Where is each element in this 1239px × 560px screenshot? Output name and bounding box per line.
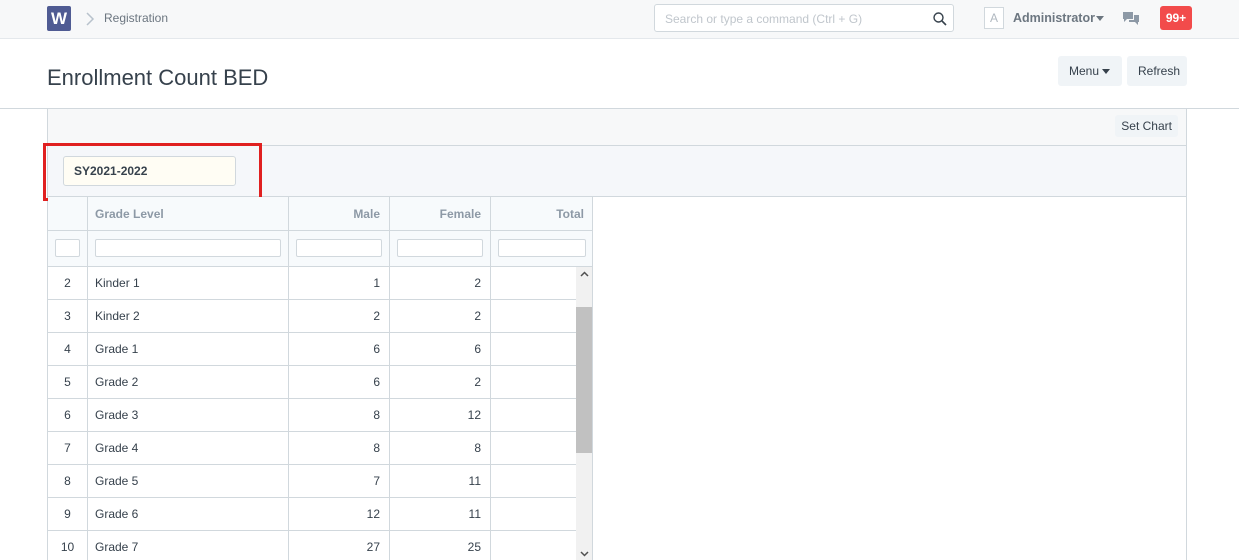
report-grid: Grade Level Male Female Total 2 Kinder 1…: [48, 197, 593, 560]
male-cell[interactable]: 12: [289, 498, 390, 530]
col-header-male[interactable]: Male: [289, 197, 390, 230]
table-row[interactable]: 10 Grade 7 27 25 52: [48, 531, 592, 560]
filter-total-input[interactable]: [498, 239, 586, 257]
grade-cell[interactable]: Grade 3: [88, 399, 289, 431]
breadcrumb-registration[interactable]: Registration: [104, 11, 168, 25]
grid-header: Grade Level Male Female Total: [48, 197, 592, 231]
grid-scrollbar[interactable]: [576, 267, 592, 560]
male-cell[interactable]: 6: [289, 366, 390, 398]
app-logo[interactable]: W: [47, 6, 71, 31]
set-chart-button[interactable]: Set Chart: [1115, 115, 1178, 137]
highlight-box: [43, 143, 262, 201]
male-cell[interactable]: 8: [289, 432, 390, 464]
search-input[interactable]: Search or type a command (Ctrl + G): [654, 4, 954, 32]
female-cell[interactable]: 6: [390, 333, 491, 365]
grade-cell[interactable]: Grade 1: [88, 333, 289, 365]
row-index: 7: [48, 432, 88, 464]
grade-cell[interactable]: Kinder 2: [88, 300, 289, 332]
report-toolbar: Set Chart: [48, 109, 1186, 146]
table-row[interactable]: 8 Grade 5 7 11 18: [48, 465, 592, 498]
row-index: 2: [48, 267, 88, 299]
menu-button[interactable]: Menu: [1058, 56, 1122, 86]
table-row[interactable]: 3 Kinder 2 2 2 4: [48, 300, 592, 333]
caret-down-icon: [1102, 69, 1111, 75]
avatar[interactable]: A: [984, 7, 1004, 29]
male-cell[interactable]: 8: [289, 399, 390, 431]
navbar: W Registration Search or type a command …: [0, 0, 1239, 39]
table-row[interactable]: 4 Grade 1 6 6 12: [48, 333, 592, 366]
col-header-grade-level[interactable]: Grade Level: [88, 197, 289, 230]
col-header-female[interactable]: Female: [390, 197, 491, 230]
table-row[interactable]: 9 Grade 6 12 11 23: [48, 498, 592, 531]
report-area: Set Chart SY2021-2022 Grade Level Male F…: [43, 109, 1187, 560]
row-index: 10: [48, 531, 88, 560]
chat-icon[interactable]: [1122, 10, 1140, 26]
female-cell[interactable]: 2: [390, 267, 491, 299]
user-menu[interactable]: Administrator: [1013, 11, 1095, 25]
search-placeholder: Search or type a command (Ctrl + G): [665, 12, 863, 26]
filter-female-input[interactable]: [397, 239, 483, 257]
female-cell[interactable]: 11: [390, 465, 491, 497]
row-index: 6: [48, 399, 88, 431]
female-cell[interactable]: 12: [390, 399, 491, 431]
male-cell[interactable]: 7: [289, 465, 390, 497]
female-cell[interactable]: 2: [390, 300, 491, 332]
table-row[interactable]: 7 Grade 4 8 8 16: [48, 432, 592, 465]
refresh-button[interactable]: Refresh: [1127, 56, 1187, 86]
row-index: 8: [48, 465, 88, 497]
row-index: 5: [48, 366, 88, 398]
col-header-index: [48, 197, 88, 230]
scrollbar-thumb[interactable]: [576, 307, 592, 453]
search-icon[interactable]: [932, 11, 948, 27]
grade-cell[interactable]: Grade 7: [88, 531, 289, 560]
row-index: 3: [48, 300, 88, 332]
menu-button-label: Menu: [1069, 64, 1100, 78]
table-row[interactable]: 2 Kinder 1 1 2 3: [48, 267, 592, 300]
table-row[interactable]: 6 Grade 3 8 12 20: [48, 399, 592, 432]
grade-cell[interactable]: Grade 6: [88, 498, 289, 530]
male-cell[interactable]: 6: [289, 333, 390, 365]
female-cell[interactable]: 8: [390, 432, 491, 464]
grid-filter-row: [48, 231, 592, 267]
filter-grade-input[interactable]: [95, 239, 281, 257]
table-row[interactable]: 5 Grade 2 6 2 8: [48, 366, 592, 399]
female-cell[interactable]: 11: [390, 498, 491, 530]
female-cell[interactable]: 25: [390, 531, 491, 560]
male-cell[interactable]: 27: [289, 531, 390, 560]
scroll-down-icon[interactable]: [580, 551, 589, 557]
filter-male-input[interactable]: [296, 239, 382, 257]
chevron-right-icon: [86, 12, 95, 26]
row-index: 4: [48, 333, 88, 365]
notifications-badge[interactable]: 99+: [1160, 6, 1192, 30]
male-cell[interactable]: 1: [289, 267, 390, 299]
scroll-up-icon[interactable]: [580, 271, 589, 277]
female-cell[interactable]: 2: [390, 366, 491, 398]
grade-cell[interactable]: Grade 5: [88, 465, 289, 497]
grade-cell[interactable]: Grade 4: [88, 432, 289, 464]
grade-cell[interactable]: Kinder 1: [88, 267, 289, 299]
chevron-down-icon[interactable]: [1096, 16, 1104, 21]
row-index: 9: [48, 498, 88, 530]
page-title: Enrollment Count BED: [47, 65, 269, 90]
filter-index-input[interactable]: [55, 239, 80, 257]
grade-cell[interactable]: Grade 2: [88, 366, 289, 398]
male-cell[interactable]: 2: [289, 300, 390, 332]
col-header-total[interactable]: Total: [491, 197, 592, 230]
page-head: Enrollment Count BED Menu Refresh: [0, 39, 1239, 109]
